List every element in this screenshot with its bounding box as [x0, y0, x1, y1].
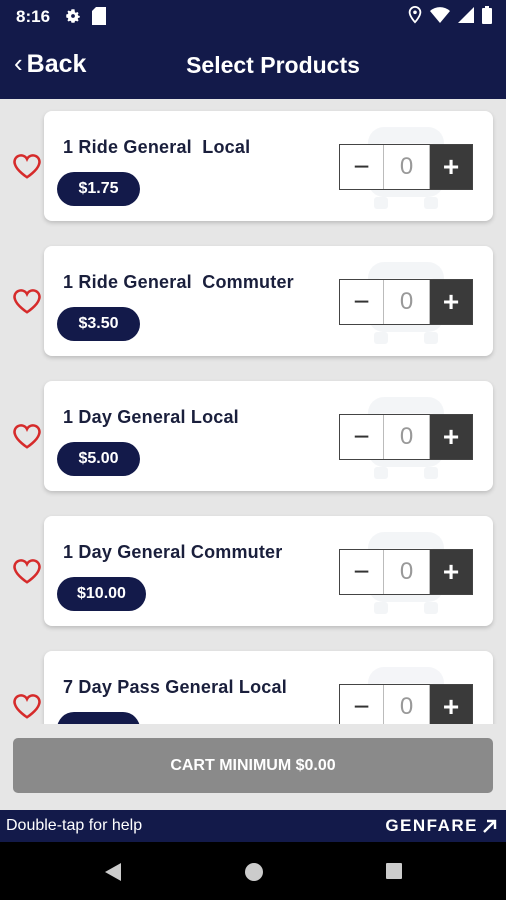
quantity-value[interactable]: 0: [384, 550, 430, 594]
app-header: ‹ Back Select Products: [0, 32, 506, 99]
recents-square-icon[interactable]: [385, 862, 403, 880]
status-bar: 8:16: [0, 0, 506, 32]
decrement-button[interactable]: −: [340, 685, 384, 724]
increment-button[interactable]: +: [430, 415, 472, 459]
increment-button[interactable]: +: [430, 145, 472, 189]
decrement-button[interactable]: −: [340, 550, 384, 594]
increment-button[interactable]: +: [430, 550, 472, 594]
decrement-button[interactable]: −: [340, 280, 384, 324]
quantity-stepper: − 0 +: [339, 144, 473, 190]
product-row: 1 Ride General Local $1.75 − 0 +: [0, 111, 506, 223]
price-badge[interactable]: $10.00: [57, 577, 146, 611]
help-text[interactable]: Double-tap for help: [6, 817, 142, 835]
product-card: 7 Day Pass General Local − 0 +: [44, 651, 493, 724]
cart-minimum-button[interactable]: CART MINIMUM $0.00: [13, 738, 493, 793]
quantity-value[interactable]: 0: [384, 280, 430, 324]
system-nav-bar: [0, 842, 506, 900]
signal-icon: [458, 7, 474, 23]
help-bar: Double-tap for help GENFARE: [0, 810, 506, 842]
price-badge[interactable]: $5.00: [57, 442, 140, 476]
increment-button[interactable]: +: [430, 685, 472, 724]
product-row: 1 Day General Commuter $10.00 − 0 +: [0, 516, 506, 628]
product-name: 7 Day Pass General Local: [63, 677, 287, 697]
product-row: 7 Day Pass General Local − 0 +: [0, 651, 506, 724]
page-title: Select Products: [186, 52, 360, 78]
brand-name: GENFARE: [385, 816, 478, 835]
quantity-stepper: − 0 +: [339, 279, 473, 325]
quantity-stepper: − 0 +: [339, 549, 473, 595]
product-row: 1 Ride General Commuter $3.50 − 0 +: [0, 246, 506, 358]
product-name: 1 Day General Local: [63, 407, 239, 427]
price-badge[interactable]: $1.75: [57, 172, 140, 206]
battery-icon: [482, 6, 492, 24]
product-row: 1 Day General Local $5.00 − 0 +: [0, 381, 506, 493]
decrement-button[interactable]: −: [340, 145, 384, 189]
gear-icon: [66, 9, 80, 23]
sd-card-icon: [92, 7, 106, 25]
quantity-value[interactable]: 0: [384, 685, 430, 724]
quantity-stepper: − 0 +: [339, 684, 473, 724]
location-icon: [408, 6, 422, 24]
product-card: 1 Day General Commuter $10.00 − 0 +: [44, 516, 493, 626]
genfare-logo: GENFARE: [385, 816, 498, 836]
price-badge[interactable]: $3.50: [57, 307, 140, 341]
status-time: 8:16: [16, 7, 51, 26]
price-badge[interactable]: [57, 712, 140, 724]
product-card: 1 Ride General Commuter $3.50 − 0 +: [44, 246, 493, 356]
quantity-stepper: − 0 +: [339, 414, 473, 460]
increment-button[interactable]: +: [430, 280, 472, 324]
heart-icon[interactable]: [12, 421, 42, 451]
arrow-up-right-icon: [483, 819, 497, 833]
heart-icon[interactable]: [12, 151, 42, 181]
heart-icon[interactable]: [12, 691, 42, 721]
home-circle-icon[interactable]: [244, 862, 264, 882]
product-card: 1 Day General Local $5.00 − 0 +: [44, 381, 493, 491]
product-name: 1 Ride General Local: [63, 137, 251, 157]
product-list[interactable]: 1 Ride General Local $1.75 − 0 + 1 Ride …: [0, 99, 506, 724]
product-name: 1 Ride General Commuter: [63, 272, 294, 292]
product-card: 1 Ride General Local $1.75 − 0 +: [44, 111, 493, 221]
product-name: 1 Day General Commuter: [63, 542, 283, 562]
decrement-button[interactable]: −: [340, 415, 384, 459]
back-triangle-icon[interactable]: [103, 862, 123, 882]
wifi-icon: [430, 7, 450, 23]
quantity-value[interactable]: 0: [384, 145, 430, 189]
heart-icon[interactable]: [12, 556, 42, 586]
heart-icon[interactable]: [12, 286, 42, 316]
quantity-value[interactable]: 0: [384, 415, 430, 459]
